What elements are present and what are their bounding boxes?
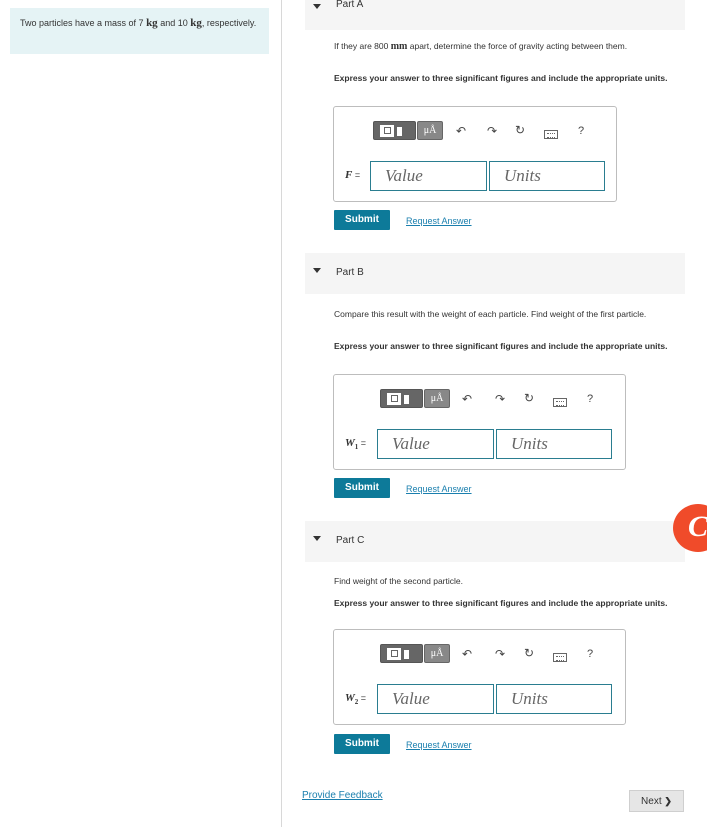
help-icon[interactable]: ? [583,648,597,660]
equals-sign: = [358,438,367,448]
keyboard-icon[interactable] [553,653,567,662]
reset-icon[interactable]: ↻ [522,646,536,660]
variable-label-w1: W1 = [345,437,366,451]
problem-text: Two particles have a mass of 7 [20,18,147,28]
redo-icon[interactable]: ↷ [485,124,499,138]
part-a-question-unit: mm [390,41,408,52]
part-b-question: Compare this result with the weight of e… [334,309,647,319]
templates-icon[interactable] [373,121,416,140]
collapse-triangle-icon[interactable] [313,536,321,541]
value-input[interactable]: Value [377,429,494,459]
templates-icon[interactable] [380,389,423,408]
part-c-instruction: Express your answer to three significant… [334,598,668,608]
part-c-header[interactable]: Part C [305,521,685,562]
templates-icon[interactable] [380,644,423,663]
redo-icon[interactable]: ↷ [493,647,507,661]
units-input[interactable]: Units [496,429,612,459]
column-divider [281,0,282,827]
undo-icon[interactable]: ↶ [454,124,468,138]
submit-button[interactable]: Submit [334,210,390,230]
variable-label-w2: W2 = [345,692,366,706]
undo-icon[interactable]: ↶ [460,647,474,661]
value-input[interactable]: Value [377,684,494,714]
part-c-answer-box: μÅ ↶ ↷ ↻ ? W2 = Value Units [333,629,626,725]
part-a-question-text-end: apart, determine the force of gravity ac… [407,41,628,51]
part-c-title: Part C [336,535,365,546]
part-a-instruction: Express your answer to three significant… [334,73,668,83]
part-a-title: Part A [336,0,364,10]
part-a-question: If they are 800 mm apart, determine the … [334,40,684,53]
problem-text-mid: and 10 [157,18,191,28]
value-input[interactable]: Value [370,161,487,191]
problem-unit-kg-1: kg [146,17,158,29]
part-a-question-text: If they are 800 [334,41,391,51]
part-a-header[interactable]: Part A [305,0,685,30]
equals-sign: = [352,170,361,180]
help-icon[interactable]: ? [574,125,588,137]
undo-icon[interactable]: ↶ [460,392,474,406]
part-a-answer-box: μÅ ↶ ↷ ↻ ? F = Value Units [333,106,617,202]
part-b-answer-box: μÅ ↶ ↷ ↻ ? W1 = Value Units [333,374,626,470]
next-label: Next [641,796,662,807]
next-button[interactable]: Next ❯ [629,790,684,812]
var-symbol: W [345,692,355,704]
part-b-header[interactable]: Part B [305,253,685,294]
badge-letter: C [687,510,707,543]
request-answer-link[interactable]: Request Answer [406,216,472,226]
collapse-triangle-icon[interactable] [313,268,321,273]
reset-icon[interactable]: ↻ [522,391,536,405]
problem-statement: Two particles have a mass of 7 kg and 10… [10,8,269,54]
help-icon[interactable]: ? [583,393,597,405]
problem-unit-kg-2: kg [190,17,202,29]
units-input[interactable]: Units [496,684,612,714]
var-symbol: W [345,437,355,449]
part-c-question: Find weight of the second particle. [334,576,463,586]
provide-feedback-link[interactable]: Provide Feedback [302,790,383,801]
equals-sign: = [358,693,367,703]
reset-icon[interactable]: ↻ [513,123,527,137]
symbols-button[interactable]: μÅ [424,389,450,408]
symbols-button[interactable]: μÅ [424,644,450,663]
part-b-title: Part B [336,267,364,278]
part-b-instruction: Express your answer to three significant… [334,341,668,351]
variable-label-f: F = [345,169,360,181]
keyboard-icon[interactable] [553,398,567,407]
collapse-triangle-icon[interactable] [313,4,321,9]
units-input[interactable]: Units [489,161,605,191]
problem-text-end: , respectively. [201,18,257,28]
submit-button[interactable]: Submit [334,478,390,498]
chevron-right-icon: ❯ [664,796,672,806]
symbols-button[interactable]: μÅ [417,121,443,140]
request-answer-link[interactable]: Request Answer [406,740,472,750]
submit-button[interactable]: Submit [334,734,390,754]
request-answer-link[interactable]: Request Answer [406,484,472,494]
keyboard-icon[interactable] [544,130,558,139]
redo-icon[interactable]: ↷ [493,392,507,406]
